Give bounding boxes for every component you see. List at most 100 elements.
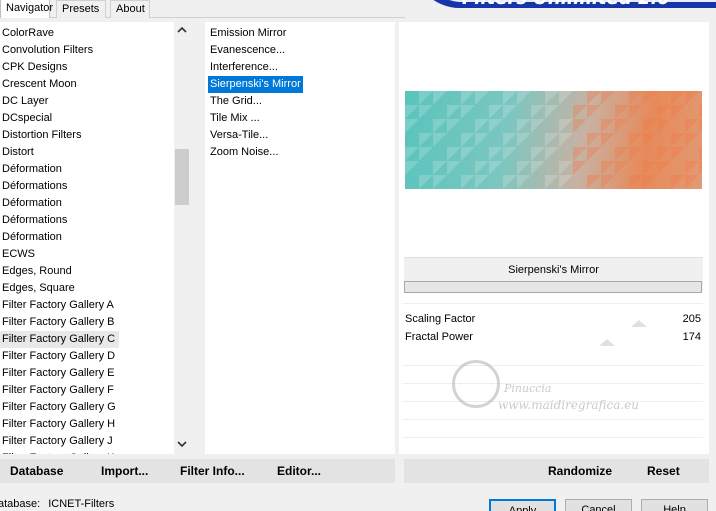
param-row-scaling-factor[interactable]: Scaling Factor 205 <box>403 311 703 328</box>
preview-pattern-tile <box>447 119 461 133</box>
preview-pattern-tile <box>601 119 615 133</box>
preview-pattern-tile <box>601 175 615 189</box>
randomize-button[interactable]: Randomize <box>548 459 612 483</box>
category-item[interactable]: Déformation <box>0 195 62 212</box>
preview-pattern-tile <box>671 105 685 119</box>
category-item[interactable]: ColorRave <box>0 25 54 42</box>
category-item[interactable]: Crescent Moon <box>0 76 77 93</box>
filter-item[interactable]: Versa-Tile... <box>208 127 270 144</box>
preview-pattern-tile <box>643 161 657 175</box>
preview-pattern-tile <box>419 175 433 189</box>
scrollbar-thumb[interactable] <box>175 149 189 205</box>
category-item[interactable]: Filter Factory Gallery H <box>0 416 115 433</box>
preview-pattern-tile <box>489 119 503 133</box>
preview-pattern-tile <box>545 91 559 105</box>
category-item[interactable]: Déformations <box>0 178 67 195</box>
preview-pattern-tile <box>629 147 643 161</box>
preview-pattern-tile <box>685 133 699 147</box>
filter-info-button[interactable]: Filter Info... <box>180 459 245 483</box>
database-button[interactable]: Database <box>10 459 63 483</box>
preview-pattern-tile <box>573 161 587 175</box>
preview-pattern-tile <box>419 105 433 119</box>
param-divider <box>403 383 703 384</box>
tab-about[interactable]: About <box>110 0 150 18</box>
reset-button[interactable]: Reset <box>647 459 680 483</box>
category-item[interactable]: CPK Designs <box>0 59 67 76</box>
status-label: atabase: <box>0 498 41 510</box>
category-item[interactable]: Edges, Round <box>0 263 72 280</box>
preview-pattern-tile <box>531 105 545 119</box>
category-item[interactable]: DCspecial <box>0 110 52 127</box>
category-item[interactable]: DC Layer <box>0 93 48 110</box>
database-status: atabase: ICNET-Filters <box>0 498 114 510</box>
category-item[interactable]: Filter Factory Gallery C <box>0 331 120 348</box>
category-item[interactable]: Déformation <box>0 161 62 178</box>
filter-item[interactable]: Sierpenski's Mirror <box>208 76 303 93</box>
preview-pattern-tile <box>545 175 559 189</box>
category-item[interactable]: Filter Factory Gallery K <box>0 450 114 454</box>
preview-pattern-tile <box>433 175 447 189</box>
filter-item[interactable]: Tile Mix ... <box>208 110 262 127</box>
category-item[interactable]: Filter Factory Gallery B <box>0 314 114 331</box>
preview-pattern-tile <box>587 105 601 119</box>
chevron-down-icon[interactable] <box>174 437 190 454</box>
category-item[interactable]: Déformation <box>0 229 62 246</box>
category-item[interactable]: Filter Factory Gallery J <box>0 433 113 450</box>
filter-list[interactable]: Emission Mirror Evanescence... Interferenc… <box>205 22 395 454</box>
tab-presets[interactable]: Presets <box>56 0 106 18</box>
category-item[interactable]: Filter Factory Gallery E <box>0 365 114 382</box>
preview-pattern-tile <box>615 147 629 161</box>
preview-pattern-tile <box>615 161 629 175</box>
preview-panel: Sierpenski's Mirror Scaling Factor 205 F… <box>399 22 709 454</box>
preview-pattern-tile <box>643 91 657 105</box>
category-item[interactable]: Edges, Square <box>0 280 75 297</box>
preview-pattern-tile <box>447 147 461 161</box>
help-button[interactable]: Help <box>641 499 708 511</box>
slider-thumb[interactable] <box>631 320 647 327</box>
category-item[interactable]: Distort <box>0 144 34 161</box>
category-item[interactable]: ECWS <box>0 246 35 263</box>
preview-pattern-tile <box>405 119 419 133</box>
preview-pattern-tile <box>671 133 685 147</box>
preview-pattern-tile <box>419 133 433 147</box>
preview-pattern-tile <box>573 105 587 119</box>
preview-pattern-tile <box>419 91 433 105</box>
preview-pattern-tile <box>629 91 643 105</box>
category-item[interactable]: Filter Factory Gallery F <box>0 382 114 399</box>
category-item[interactable]: Filter Factory Gallery A <box>0 297 114 314</box>
preview-pattern-tile <box>461 91 475 105</box>
preview-pattern-tile <box>643 133 657 147</box>
bottom-toolbar-left: Database Import... Filter Info... Editor… <box>0 459 395 483</box>
preview-pattern-tile <box>699 147 702 161</box>
category-list[interactable]: ColorRave Convolution Filters CPK Designs C… <box>0 22 190 454</box>
apply-button[interactable]: Apply <box>489 499 556 511</box>
preview-pattern-tile <box>405 105 419 119</box>
category-item[interactable]: Filter Factory Gallery D <box>0 348 115 365</box>
category-item[interactable]: Distortion Filters <box>0 127 81 144</box>
filter-item[interactable]: The Grid... <box>208 93 264 110</box>
category-item[interactable]: Déformations <box>0 212 67 229</box>
preview-pattern-tile <box>657 161 671 175</box>
cancel-button[interactable]: Cancel <box>565 499 632 511</box>
preview-pattern-tile <box>503 91 517 105</box>
category-item[interactable]: Filter Factory Gallery G <box>0 399 116 416</box>
preview-pattern-tile <box>475 91 489 105</box>
filter-item[interactable]: Emission Mirror <box>208 25 288 42</box>
preview-pattern-tile <box>475 133 489 147</box>
editor-button[interactable]: Editor... <box>277 459 321 483</box>
category-scrollbar[interactable] <box>174 22 190 454</box>
tab-navigator[interactable]: Navigator <box>0 0 53 18</box>
slider-thumb[interactable] <box>599 339 615 346</box>
filter-item[interactable]: Zoom Noise... <box>208 144 280 161</box>
preview-pattern-tile <box>447 105 461 119</box>
banner-title: Filters Unlimited 2.0 <box>462 0 670 8</box>
preview-pattern-tile <box>503 147 517 161</box>
category-item[interactable]: Convolution Filters <box>0 42 93 59</box>
preview-pattern-tile <box>657 105 671 119</box>
param-row-fractal-power[interactable]: Fractal Power 174 <box>403 329 703 346</box>
filter-item[interactable]: Evanescence... <box>208 42 287 59</box>
preview-pattern-tile <box>405 147 419 161</box>
filter-item[interactable]: Interference... <box>208 59 280 76</box>
chevron-up-icon[interactable] <box>174 23 190 40</box>
import-button[interactable]: Import... <box>101 459 148 483</box>
